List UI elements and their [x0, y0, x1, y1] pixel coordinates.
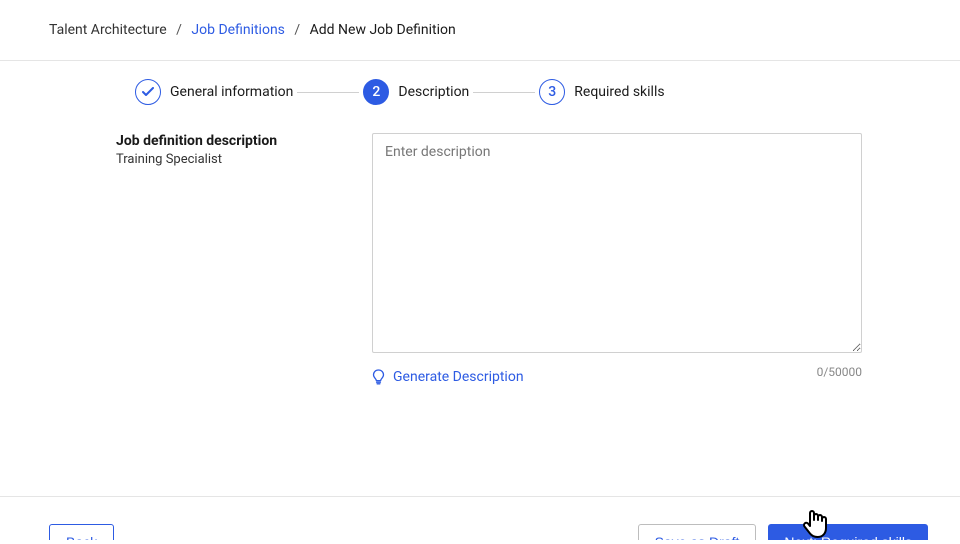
wizard-stepper: General information 2 Description 3 Requ… [135, 79, 960, 105]
breadcrumb: Talent Architecture / Job Definitions / … [0, 0, 960, 61]
next-button[interactable]: Next: Required skills [768, 524, 928, 540]
section-subtitle: Training Specialist [116, 152, 372, 167]
breadcrumb-current: Add New Job Definition [310, 22, 456, 38]
lightbulb-icon [372, 369, 385, 385]
breadcrumb-job-definitions[interactable]: Job Definitions [191, 22, 284, 38]
character-counter: 0/50000 [817, 365, 862, 379]
check-icon [135, 79, 161, 105]
breadcrumb-separator: / [294, 22, 300, 38]
step-general-information[interactable]: General information [135, 79, 293, 105]
step-label: Description [398, 84, 469, 100]
wizard-footer: Back Save as Draft Next: Required skills [0, 496, 960, 540]
generate-description-label: Generate Description [393, 369, 524, 385]
back-button[interactable]: Back [49, 524, 114, 540]
step-connector [297, 92, 359, 93]
step-number-icon: 3 [539, 79, 565, 105]
generate-description-button[interactable]: Generate Description [372, 369, 524, 385]
step-description[interactable]: 2 Description [363, 79, 469, 105]
step-label: Required skills [574, 84, 664, 100]
breadcrumb-separator: / [176, 22, 182, 38]
section-title: Job definition description [116, 133, 372, 149]
breadcrumb-root[interactable]: Talent Architecture [49, 22, 167, 38]
save-draft-button[interactable]: Save as Draft [638, 524, 757, 540]
step-connector [473, 92, 535, 93]
step-number-icon: 2 [363, 79, 389, 105]
step-label: General information [170, 84, 293, 100]
step-required-skills[interactable]: 3 Required skills [539, 79, 664, 105]
description-textarea[interactable] [372, 133, 862, 353]
